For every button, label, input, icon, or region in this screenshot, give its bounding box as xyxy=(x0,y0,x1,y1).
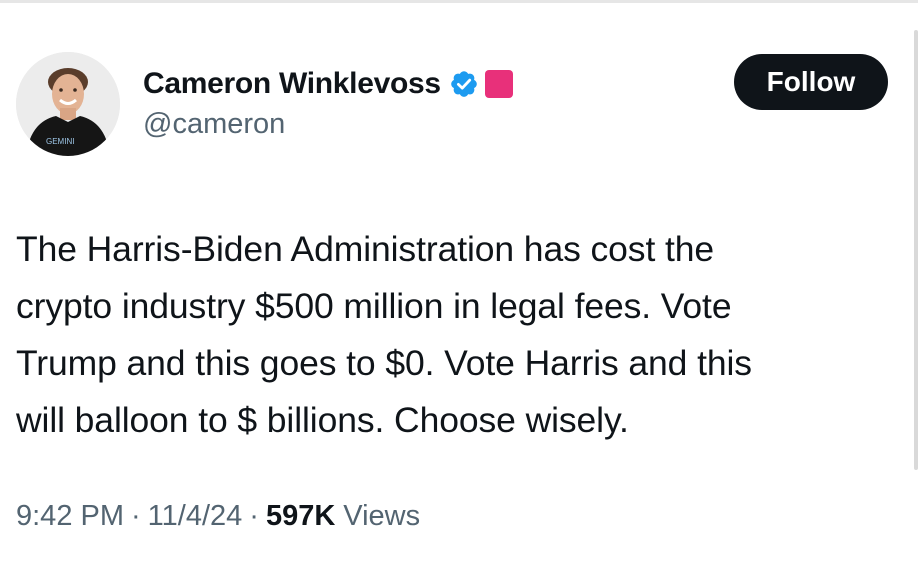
shirt-logo-text: GEMINI xyxy=(46,137,74,146)
top-divider xyxy=(0,0,918,3)
views-count[interactable]: 597K xyxy=(266,500,335,533)
tweet-time[interactable]: 9:42 PM xyxy=(16,500,124,533)
avatar-photo: GEMINI xyxy=(16,52,120,156)
follow-button[interactable]: Follow xyxy=(734,54,888,110)
author-display-name[interactable]: Cameron Winklevoss xyxy=(143,67,441,101)
author-handle[interactable]: @cameron xyxy=(143,108,285,141)
meta-separator: · xyxy=(249,500,259,532)
affiliation-badge-icon[interactable] xyxy=(484,70,513,98)
tweet-date[interactable]: 11/4/24 xyxy=(148,500,243,533)
views-label[interactable]: Views xyxy=(343,500,420,533)
tweet-text-line: will balloon to $ billions. Choose wisel… xyxy=(16,400,629,440)
tweet-text-line: crypto industry $500 million in legal fe… xyxy=(16,286,732,326)
author-name-row: Cameron Winklevoss xyxy=(143,64,513,104)
avatar[interactable]: GEMINI xyxy=(16,52,120,156)
tweet-text-line: Trump and this goes to $0. Vote Harris a… xyxy=(16,343,752,383)
verified-badge-icon[interactable] xyxy=(449,69,479,99)
tweet-text-line: The Harris-Biden Administration has cost… xyxy=(16,229,715,269)
meta-separator: · xyxy=(131,500,141,532)
tweet-meta: 9:42 PM · 11/4/24 · 597K Views xyxy=(16,500,420,533)
tweet-text: The Harris-Biden Administration has cost… xyxy=(16,221,896,449)
scrollbar[interactable] xyxy=(914,30,918,470)
